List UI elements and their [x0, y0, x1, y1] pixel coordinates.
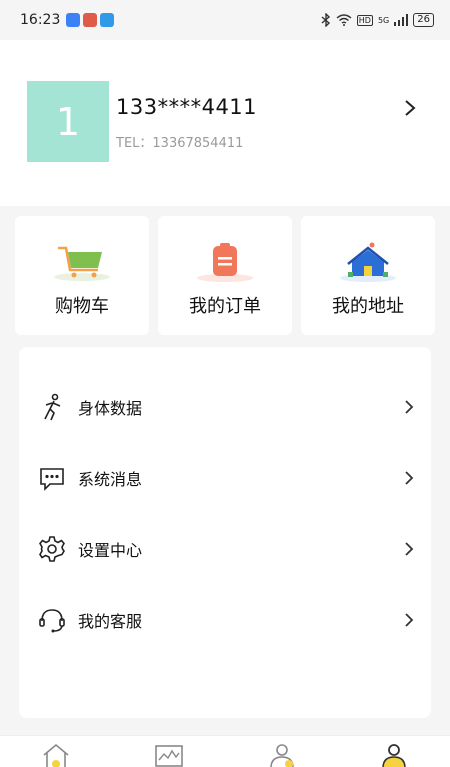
menu-item-system-messages[interactable]: 系统消息 [19, 453, 431, 503]
gear-icon [39, 536, 65, 562]
bottom-nav [0, 735, 450, 767]
user-phone: 133****4411 [116, 95, 258, 119]
home-icon[interactable] [41, 742, 71, 767]
order-clipboard-icon [197, 243, 253, 282]
menu-item-customer-service[interactable]: 我的客服 [19, 595, 431, 645]
body-figure-icon [44, 393, 61, 421]
status-time: 16:23 [20, 12, 61, 28]
profile-header[interactable]: 1 133****4411 TEL：13367854411 [0, 40, 450, 206]
signal-icon [394, 14, 409, 26]
hd-badge: HD [356, 14, 373, 26]
orders-card[interactable]: 我的订单 [158, 216, 292, 335]
chevron-right-icon [405, 400, 414, 414]
person-outline-icon[interactable] [267, 742, 297, 767]
orders-label: 我的订单 [189, 296, 261, 317]
menu-label-customer-service: 我的客服 [78, 612, 143, 631]
cart-label: 购物车 [55, 296, 109, 317]
bluetooth-icon [321, 13, 330, 27]
address-house-icon [340, 242, 396, 282]
address-label: 我的地址 [332, 296, 404, 317]
app-notification-icon [100, 13, 115, 27]
menu-label-system-messages: 系统消息 [78, 470, 143, 489]
shopping-cart-icon [54, 246, 110, 281]
message-bubble-icon [40, 468, 64, 491]
profile-active-icon[interactable] [379, 742, 409, 767]
user-tel: TEL：13367854411 [116, 136, 244, 151]
address-card[interactable]: 我的地址 [301, 216, 435, 335]
network-type: 5G [377, 15, 390, 25]
menu-item-settings[interactable]: 设置中心 [19, 524, 431, 574]
status-bar: 16:23 HD 5G 26 [0, 0, 450, 40]
chevron-right-icon [405, 542, 414, 556]
app-notification-icon [83, 13, 98, 27]
wifi-icon [336, 14, 352, 26]
chevron-right-icon [405, 471, 414, 485]
menu-label-settings: 设置中心 [78, 541, 143, 560]
avatar[interactable]: 1 [27, 81, 109, 162]
chart-icon[interactable] [154, 742, 184, 767]
cart-card[interactable]: 购物车 [15, 216, 149, 335]
status-indicators: HD 5G 26 [321, 13, 434, 27]
battery-indicator: 26 [413, 13, 434, 27]
menu-item-body-data[interactable]: 身体数据 [19, 382, 431, 432]
chevron-right-icon[interactable] [400, 98, 420, 118]
headset-icon [39, 609, 65, 633]
chevron-right-icon [405, 613, 414, 627]
menu-label-body-data: 身体数据 [78, 399, 143, 418]
settings-menu: 身体数据 系统消息 设置中心 我的客服 [19, 347, 431, 718]
app-notification-icon [66, 13, 81, 27]
